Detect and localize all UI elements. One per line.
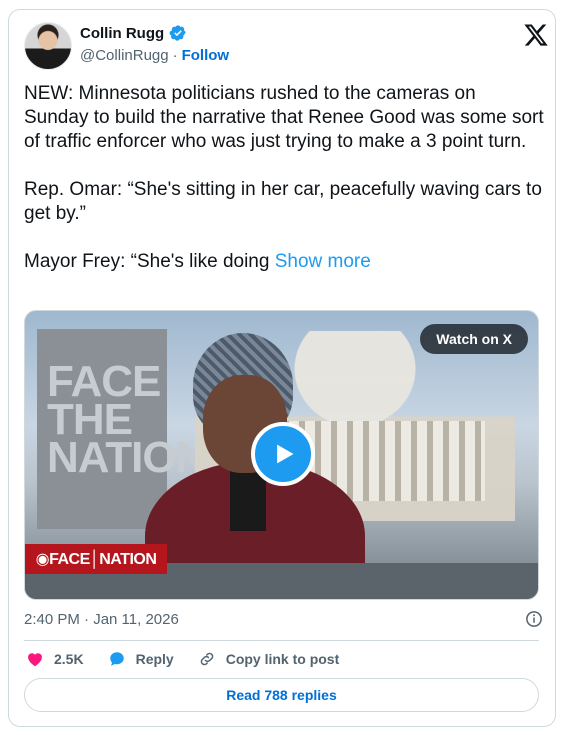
watch-on-x-button[interactable]: Watch on X xyxy=(420,324,528,354)
separator-dot: · xyxy=(172,47,178,64)
divider xyxy=(24,640,539,641)
reply-bubble-icon xyxy=(109,652,124,666)
show-more-link[interactable]: Show more xyxy=(275,251,371,272)
reply-label: Reply xyxy=(135,651,174,667)
copy-link-label: Copy link to post xyxy=(225,651,340,667)
heart-icon xyxy=(28,653,42,667)
avatar[interactable] xyxy=(24,22,72,70)
post-paragraph: Rep. Omar: “She's sitting in her car, pe… xyxy=(24,179,542,224)
post-timestamp[interactable]: 2:40 PM · Jan 11, 2026 xyxy=(24,611,179,628)
action-bar: 2.5K Reply Copy link to post xyxy=(26,650,363,668)
post-paragraph: NEW: Minnesota politicians rushed to the… xyxy=(24,83,544,152)
follow-button[interactable]: Follow xyxy=(182,47,230,64)
info-icon[interactable] xyxy=(525,610,543,628)
post-paragraph-truncated: Mayor Frey: “She's like doing Show more xyxy=(24,250,544,274)
link-icon xyxy=(200,652,213,666)
verified-badge-icon xyxy=(169,25,186,41)
lower-third-logo: ◉FACE│NATION xyxy=(25,544,167,574)
video-player[interactable]: FACE THE NATION ◉FACE│NATION Watch on X xyxy=(24,310,539,600)
reply-button[interactable]: Reply xyxy=(108,650,174,668)
like-count: 2.5K xyxy=(54,651,84,667)
read-replies-button[interactable]: Read 788 replies xyxy=(24,678,539,712)
author-handle[interactable]: @CollinRugg xyxy=(80,47,169,64)
x-logo-icon[interactable] xyxy=(523,22,549,48)
post-text: NEW: Minnesota politicians rushed to the… xyxy=(24,82,544,298)
play-button[interactable] xyxy=(251,422,315,486)
studio-sign-text: FACE THE NATION xyxy=(47,357,207,482)
truncated-text: Mayor Frey: “She's like doing xyxy=(24,251,270,272)
author-name-row: Collin Rugg xyxy=(80,24,187,42)
like-button[interactable]: 2.5K xyxy=(26,650,84,668)
copy-link-button[interactable]: Copy link to post xyxy=(198,650,340,668)
author-name[interactable]: Collin Rugg xyxy=(80,25,164,42)
play-icon xyxy=(277,444,294,464)
author-handle-row: @CollinRugg · Follow xyxy=(80,47,229,64)
studio-sign: FACE THE NATION xyxy=(37,329,207,529)
